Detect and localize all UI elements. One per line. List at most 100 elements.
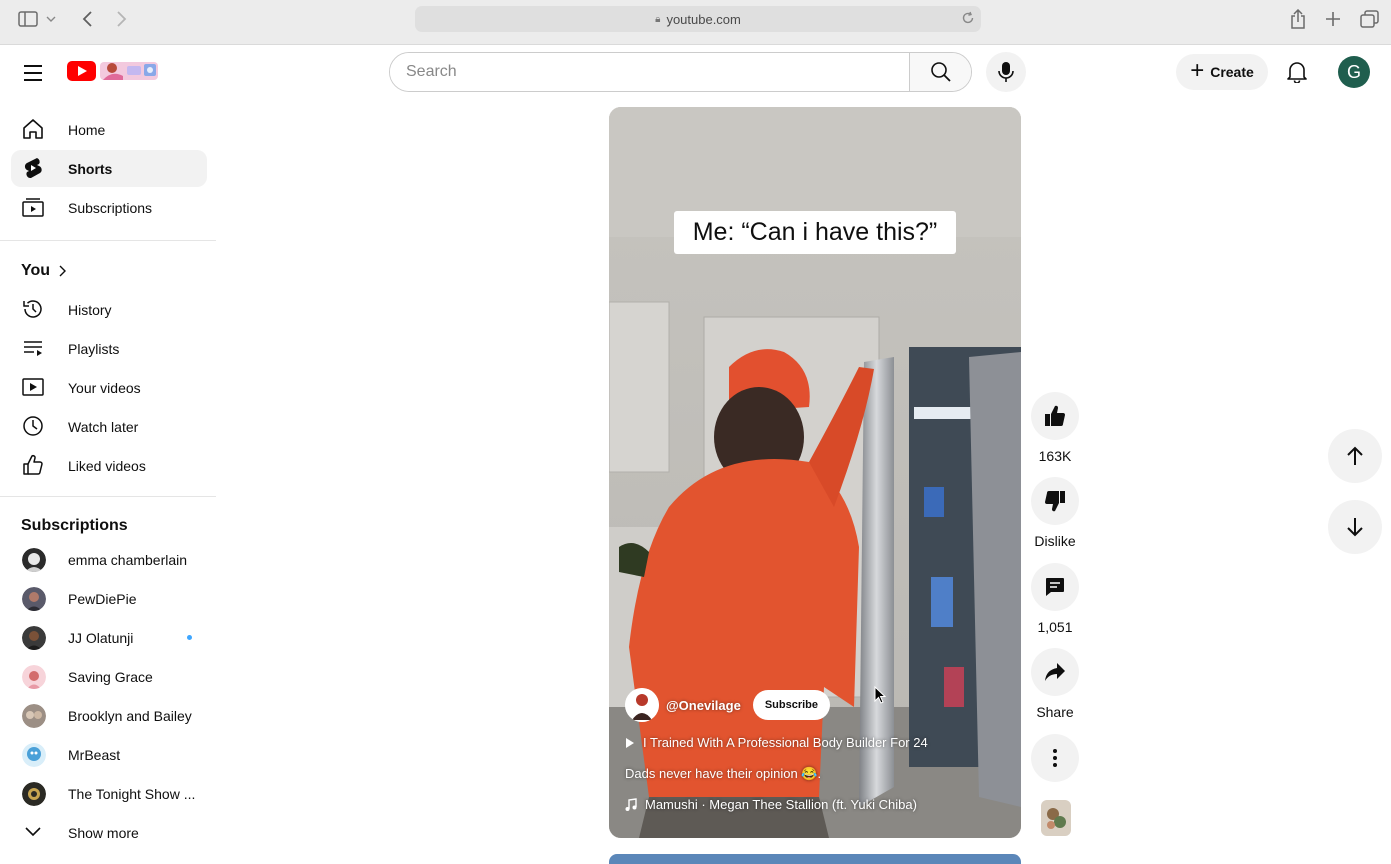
- sidebar-item-label: Your videos: [68, 379, 141, 396]
- subscription-item[interactable]: JJ Olatunji: [11, 619, 207, 656]
- related-video-link[interactable]: I Trained With A Professional Body Build…: [625, 735, 928, 750]
- channel-avatar: [22, 704, 46, 728]
- you-section-header[interactable]: You: [21, 262, 67, 280]
- subscription-label: JJ Olatunji: [68, 629, 134, 646]
- back-icon[interactable]: [77, 8, 99, 30]
- sidebar-item-label: History: [68, 301, 112, 318]
- search-input[interactable]: [390, 53, 909, 91]
- show-more-label: Show more: [68, 824, 139, 841]
- dislike-button[interactable]: [1031, 477, 1079, 525]
- sidebar-item-label: Liked videos: [68, 457, 146, 474]
- bell-icon: [1287, 62, 1307, 83]
- sidebar-item-playlists[interactable]: Playlists: [11, 330, 207, 367]
- like-count: 163K: [1038, 448, 1072, 464]
- browser-toolbar: 🔒︎ youtube.com: [0, 0, 1391, 45]
- video-caption-overlay: Me: “Can i have this?”: [674, 211, 956, 254]
- notifications-button[interactable]: [1281, 56, 1313, 88]
- next-short-button[interactable]: [1328, 500, 1382, 554]
- subscription-item[interactable]: Brooklyn and Bailey: [11, 697, 207, 734]
- music-title: Mamushi · Megan Thee Stallion (ft. Yuki …: [645, 797, 917, 812]
- related-video-title: I Trained With A Professional Body Build…: [643, 735, 928, 750]
- channel-avatar[interactable]: [625, 688, 659, 722]
- subscription-item[interactable]: Saving Grace: [11, 658, 207, 695]
- sidebar-item-liked-videos[interactable]: Liked videos: [11, 447, 207, 484]
- youtube-header: + Create G: [0, 46, 1391, 102]
- short-video-player[interactable]: Me: “Can i have this?” @Onevilage Subscr…: [609, 107, 1021, 838]
- sidebar-item-label: Subscriptions: [68, 199, 153, 216]
- chevron-down-icon: [22, 821, 44, 843]
- new-tab-icon[interactable]: [1322, 8, 1344, 30]
- reload-icon[interactable]: [961, 11, 975, 28]
- voice-search-button[interactable]: [986, 52, 1026, 92]
- share-button[interactable]: [1031, 648, 1079, 696]
- plus-icon: +: [1190, 57, 1205, 84]
- sidebar-item-history[interactable]: History: [11, 291, 207, 328]
- next-short-preview[interactable]: [609, 854, 1021, 864]
- lock-icon: 🔒︎: [655, 13, 661, 25]
- your-videos-icon: [22, 376, 44, 398]
- show-more-button[interactable]: Show more: [11, 814, 207, 851]
- search-button[interactable]: [909, 53, 971, 91]
- create-button[interactable]: + Create: [1176, 54, 1268, 90]
- subscription-item[interactable]: emma chamberlain: [11, 541, 207, 578]
- channel-avatar: [22, 782, 46, 806]
- subscription-item[interactable]: PewDiePie: [11, 580, 207, 617]
- menu-icon[interactable]: [20, 60, 46, 86]
- sidebar-item-shorts[interactable]: Shorts: [11, 150, 207, 187]
- channel-avatar: [22, 548, 46, 572]
- sidebar-item-subscriptions[interactable]: Subscriptions: [11, 189, 207, 226]
- history-icon: [22, 298, 44, 320]
- more-vertical-icon: [1053, 749, 1057, 767]
- channel-name[interactable]: @Onevilage: [666, 698, 741, 713]
- subscription-label: MrBeast: [68, 746, 121, 763]
- channel-avatar: [22, 665, 46, 689]
- chevron-down-icon[interactable]: [44, 8, 58, 30]
- you-title: You: [21, 262, 51, 279]
- sidebar-item-watch-later[interactable]: Watch later: [11, 408, 207, 445]
- channel-avatar: [22, 743, 46, 767]
- tab-overview-icon[interactable]: [1359, 8, 1381, 30]
- arrow-down-icon: [1347, 518, 1363, 537]
- sidebar-item-label: Home: [68, 121, 106, 138]
- share-arrow-icon: [1045, 663, 1065, 681]
- sidebar-item-your-videos[interactable]: Your videos: [11, 369, 207, 406]
- share-page-icon[interactable]: [1287, 8, 1309, 30]
- subscription-label: Saving Grace: [68, 668, 153, 685]
- comment-count: 1,051: [1037, 619, 1073, 635]
- music-link[interactable]: Mamushi · Megan Thee Stallion (ft. Yuki …: [625, 797, 917, 812]
- dislike-action: Dislike: [1030, 477, 1080, 549]
- subscription-item[interactable]: MrBeast: [11, 736, 207, 773]
- create-label: Create: [1210, 64, 1254, 80]
- subscription-label: PewDiePie: [68, 590, 137, 607]
- sound-thumbnail[interactable]: [1041, 800, 1071, 836]
- microphone-icon: [998, 62, 1014, 82]
- arrow-up-icon: [1347, 446, 1363, 465]
- home-icon: [22, 118, 44, 140]
- previous-short-button[interactable]: [1328, 429, 1382, 483]
- channel-avatar: [22, 626, 46, 650]
- more-options-button[interactable]: [1031, 734, 1079, 782]
- subscriptions-icon: [22, 196, 44, 218]
- divider: [0, 240, 216, 241]
- sidebar: Home Shorts Subscriptions You History Pl…: [0, 108, 216, 860]
- subscription-item[interactable]: The Tonight Show ...: [11, 775, 207, 812]
- youtube-logo[interactable]: [67, 58, 161, 84]
- account-avatar[interactable]: G: [1338, 56, 1370, 88]
- forward-icon[interactable]: [110, 8, 132, 30]
- comments-button[interactable]: [1031, 563, 1079, 611]
- comment-icon: [1046, 578, 1064, 596]
- sidebar-item-home[interactable]: Home: [11, 111, 207, 148]
- sidebar-item-label: Watch later: [68, 418, 139, 435]
- comments-action: 1,051: [1030, 563, 1080, 635]
- subscribe-button[interactable]: Subscribe: [752, 690, 831, 720]
- address-bar[interactable]: 🔒︎ youtube.com: [415, 6, 981, 32]
- sidebar-item-label: Playlists: [68, 340, 120, 357]
- like-button[interactable]: [1031, 392, 1079, 440]
- watch-later-icon: [22, 415, 44, 437]
- more-options-action: [1030, 734, 1080, 782]
- subscription-label: Brooklyn and Bailey: [68, 707, 192, 724]
- mouse-cursor-icon: [874, 685, 887, 709]
- address-bar-url: youtube.com: [666, 11, 741, 27]
- thumbs-down-icon: [1045, 491, 1065, 512]
- sidebar-toggle-icon[interactable]: [17, 8, 39, 30]
